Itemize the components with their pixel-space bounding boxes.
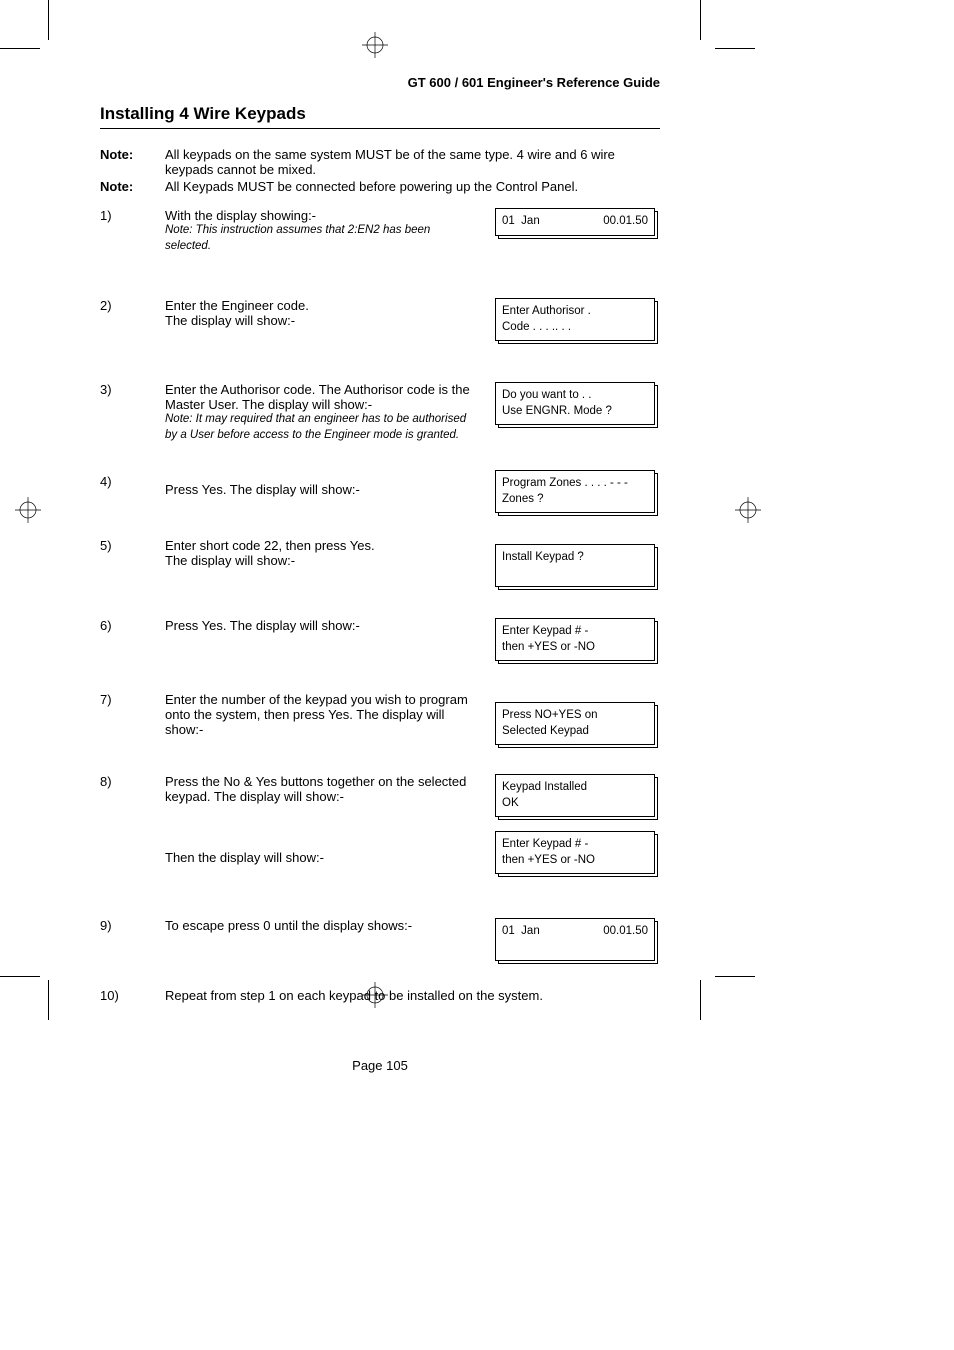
step: 4) Press Yes. The display will show:- Pr… xyxy=(100,474,660,520)
step-number: 3) xyxy=(100,382,165,397)
step-text: Enter the Authorisor code. The Authoriso… xyxy=(165,382,475,412)
running-head: GT 600 / 601 Engineer's Reference Guide xyxy=(100,75,660,90)
step: 10) Repeat from step 1 on each keypad to… xyxy=(100,988,660,1028)
lcd-display: 01 Jan00.01.50 xyxy=(495,208,655,236)
step-number: 8) xyxy=(100,774,165,789)
note-label: Note: xyxy=(100,179,165,194)
step: 9) To escape press 0 until the display s… xyxy=(100,918,660,968)
note-row: Note: All Keypads MUST be connected befo… xyxy=(100,179,660,194)
note-text: All keypads on the same system MUST be o… xyxy=(165,147,660,177)
step-number: 9) xyxy=(100,918,165,933)
lcd-display: Enter Keypad # - then +YES or -NO xyxy=(495,618,655,661)
step-note: Note: This instruction assumes that 2:EN… xyxy=(165,223,475,254)
lcd-display: Enter Keypad # - then +YES or -NO xyxy=(495,831,655,874)
step: 1) With the display showing:- Note: This… xyxy=(100,208,660,264)
lcd-display: Install Keypad ? xyxy=(495,544,655,587)
steps-list: 1) With the display showing:- Note: This… xyxy=(100,208,660,1028)
page-content: GT 600 / 601 Engineer's Reference Guide … xyxy=(100,75,660,1073)
step-text: Press Yes. The display will show:- xyxy=(165,618,485,633)
step-text: Press the No & Yes buttons together on t… xyxy=(165,774,475,804)
step-number: 5) xyxy=(100,538,165,553)
step-number: 1) xyxy=(100,208,165,223)
step-number: 2) xyxy=(100,298,165,313)
step-text: Press Yes. The display will show:- xyxy=(165,474,485,497)
step: 2) Enter the Engineer code. The display … xyxy=(100,298,660,354)
notes: Note: All keypads on the same system MUS… xyxy=(100,147,660,194)
step-text: Enter the Engineer code. The display wil… xyxy=(165,298,485,328)
note-text: All Keypads MUST be connected before pow… xyxy=(165,179,660,194)
step-note: Note: It may required that an engineer h… xyxy=(165,412,475,443)
note-row: Note: All keypads on the same system MUS… xyxy=(100,147,660,177)
lcd-display: Program Zones . . . . - - - Zones ? xyxy=(495,470,655,513)
lcd-display: Enter Authorisor . Code . . . .. . . xyxy=(495,298,655,341)
step-text: Enter short code 22, then press Yes. The… xyxy=(165,538,485,568)
lcd-display: Do you want to . . Use ENGNR. Mode ? xyxy=(495,382,655,425)
lcd-display: 01 Jan00.01.50 xyxy=(495,918,655,961)
lcd-display: Press NO+YES on Selected Keypad xyxy=(495,702,655,745)
lcd-display: Keypad Installed OK xyxy=(495,774,655,817)
step-text: Then the display will show:- xyxy=(165,850,475,865)
section-title: Installing 4 Wire Keypads xyxy=(100,104,660,129)
step-number: 10) xyxy=(100,988,165,1003)
step-text: Enter the number of the keypad you wish … xyxy=(165,692,485,737)
step-number: 7) xyxy=(100,692,165,707)
step: 3) Enter the Authorisor code. The Author… xyxy=(100,382,660,452)
step-text: With the display showing:- xyxy=(165,208,475,223)
step: 8) Press the No & Yes buttons together o… xyxy=(100,774,660,904)
step-text: Repeat from step 1 on each keypad to be … xyxy=(165,988,655,1003)
step-text: To escape press 0 until the display show… xyxy=(165,918,485,933)
note-label: Note: xyxy=(100,147,165,177)
step: 6) Press Yes. The display will show:- En… xyxy=(100,618,660,668)
step-number: 4) xyxy=(100,474,165,489)
step-number: 6) xyxy=(100,618,165,633)
step: 5) Enter short code 22, then press Yes. … xyxy=(100,538,660,594)
page-footer: Page 105 xyxy=(100,1058,660,1073)
step: 7) Enter the number of the keypad you wi… xyxy=(100,692,660,752)
